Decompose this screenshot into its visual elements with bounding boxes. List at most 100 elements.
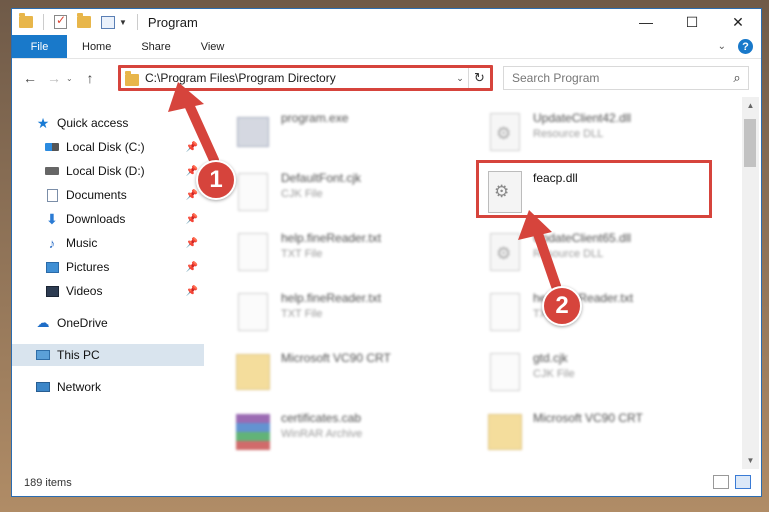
tab-file[interactable]: File (12, 35, 67, 58)
new-folder-icon[interactable] (77, 13, 91, 28)
up-icon[interactable]: ↑ (78, 70, 102, 86)
computer-icon (36, 348, 50, 362)
file-item[interactable]: certificates.cab WinRAR Archive (235, 407, 465, 463)
disk-icon (45, 164, 59, 178)
file-item[interactable]: gtd.cjk CJK File (487, 347, 717, 403)
archive-icon (235, 411, 271, 453)
large-icons-view-icon[interactable] (735, 475, 751, 489)
file-name: program.exe (281, 111, 349, 125)
item-count: 189 items (24, 477, 72, 489)
maximize-button[interactable]: ☐ (669, 9, 715, 35)
file-item[interactable]: Microsoft VC90 CRT (235, 347, 465, 403)
nav-label: Videos (66, 284, 103, 298)
file-item[interactable]: UpdateClient42.dll Resource DLL (487, 107, 717, 163)
nav-label: Network (57, 380, 102, 394)
nav-item-downloads[interactable]: ⬇ Downloads 📌 (12, 208, 204, 230)
file-name: help.fineReader.txt (281, 231, 382, 245)
search-icon[interactable]: ⌕ (726, 70, 748, 86)
file-name: help.fineReader.txt (281, 291, 382, 305)
file-item[interactable]: Microsoft VC90 CRT (487, 407, 717, 463)
nav-label: Documents (66, 188, 127, 202)
file-type: Resource DLL (533, 128, 604, 140)
back-icon[interactable]: ← (18, 70, 42, 86)
divider (136, 14, 138, 30)
ribbon-right: ⌄ ? (718, 39, 753, 54)
step-badge-1: 1 (196, 160, 236, 200)
nav-item-videos[interactable]: Videos 📌 (12, 280, 204, 302)
vertical-scrollbar[interactable]: ▲ ▼ (742, 97, 759, 469)
divider (43, 14, 44, 30)
minimize-button[interactable]: — (623, 9, 669, 35)
file-icon (235, 231, 271, 273)
file-icon (235, 171, 271, 213)
pictures-icon (45, 260, 59, 274)
view-buttons (713, 475, 751, 489)
nav-item-network[interactable]: Network (12, 376, 204, 398)
scroll-down-icon[interactable]: ▼ (742, 452, 759, 469)
nav-item-music[interactable]: ♪ Music 📌 (12, 232, 204, 254)
file-item[interactable]: UpdateClient65.dll Resource DLL (487, 227, 717, 283)
file-item[interactable]: help.fineReader.txtTXT File (235, 287, 465, 343)
help-icon[interactable]: ? (738, 39, 753, 54)
scroll-thumb[interactable] (744, 119, 756, 167)
file-item[interactable]: program.exe (235, 107, 465, 163)
file-name: Microsoft VC90 CRT (281, 351, 391, 365)
folder-icon[interactable] (19, 13, 33, 28)
file-name: UpdateClient42.dll (533, 111, 632, 125)
nav-item-quick-access[interactable]: ★ Quick access (12, 112, 204, 134)
nav-label: Downloads (66, 212, 126, 226)
nav-item-this-pc[interactable]: This PC (12, 344, 204, 366)
expand-ribbon-icon[interactable]: ⌄ (718, 41, 726, 52)
nav-label: Pictures (66, 260, 110, 274)
file-icon (487, 291, 523, 333)
details-view-icon[interactable] (713, 475, 729, 489)
tab-share[interactable]: Share (126, 35, 185, 58)
nav-item-documents[interactable]: Documents 📌 (12, 184, 204, 206)
nav-label: Local Disk (C:) (66, 140, 145, 154)
file-item[interactable]: help.fineReader.txtTXT File (487, 287, 717, 343)
disk-icon (45, 140, 59, 154)
nav-label: Local Disk (D:) (66, 164, 145, 178)
step-badge-2: 2 (542, 286, 582, 326)
properties-check-icon[interactable] (54, 13, 67, 29)
document-icon (45, 188, 59, 202)
window-title: Program (147, 14, 198, 30)
folder-icon (487, 411, 523, 453)
address-row: ← → ⌄ ↑ C:\Program Files\Program Directo… (12, 60, 761, 96)
explorer-window: ▼ Program — ☐ ✕ File Home Share View ⌄ ?… (11, 8, 762, 497)
search-input[interactable]: Search Program (512, 71, 726, 85)
file-item[interactable]: DefaultFont.cjk CJK File (235, 167, 465, 223)
file-type: CJK File (281, 188, 323, 200)
file-item[interactable]: help.fineReader.txtTXT File (235, 227, 465, 283)
properties-icon[interactable] (101, 15, 115, 29)
folder-icon (235, 351, 271, 393)
file-type: CJK File (533, 368, 575, 380)
nav-item-local-disk-c[interactable]: Local Disk (C:) 📌 (12, 136, 204, 158)
recent-locations-icon[interactable]: ⌄ (66, 74, 78, 83)
nav-item-local-disk-d[interactable]: Local Disk (D:) 📌 (12, 160, 204, 182)
nav-label: OneDrive (57, 316, 108, 330)
ribbon-tabs: File Home Share View ⌄ ? (12, 35, 761, 59)
videos-icon (45, 284, 59, 298)
close-button[interactable]: ✕ (715, 9, 761, 35)
file-highlight-box (476, 160, 712, 218)
nav-item-pictures[interactable]: Pictures 📌 (12, 256, 204, 278)
network-icon (36, 380, 50, 394)
scroll-up-icon[interactable]: ▲ (742, 97, 759, 114)
window-controls: — ☐ ✕ (623, 9, 761, 35)
file-icon (487, 351, 523, 393)
forward-icon[interactable]: → (42, 70, 66, 86)
tab-view[interactable]: View (186, 35, 240, 58)
exe-icon (235, 111, 271, 153)
customize-toolbar-icon[interactable]: ▼ (119, 18, 127, 27)
tab-home[interactable]: Home (67, 35, 126, 58)
music-icon: ♪ (48, 235, 56, 251)
pin-icon: 📌 (185, 141, 198, 153)
pin-icon: 📌 (185, 237, 198, 249)
search-box[interactable]: Search Program ⌕ (503, 66, 749, 90)
file-name: certificates.cab (281, 411, 362, 425)
file-name: gtd.cjk (533, 351, 568, 365)
file-list: program.exe DefaultFont.cjk CJK File help… (205, 97, 741, 469)
nav-item-onedrive[interactable]: ☁ OneDrive (12, 312, 204, 334)
title-bar: ▼ Program — ☐ ✕ (12, 9, 761, 35)
